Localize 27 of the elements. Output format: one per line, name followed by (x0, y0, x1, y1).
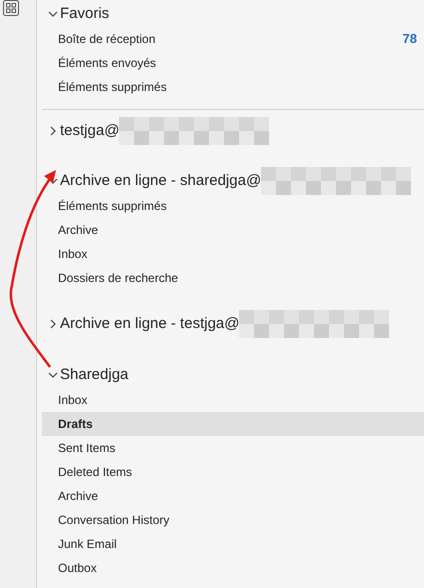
chevron-down-icon[interactable] (48, 176, 58, 186)
folder-item[interactable]: Junk Email (42, 532, 424, 556)
folder-item[interactable]: Inbox (42, 242, 424, 266)
apps-grid-icon[interactable] (3, 0, 19, 16)
folder-item[interactable]: Archive (42, 484, 424, 508)
folder-item[interactable]: Éléments supprimés (42, 75, 424, 99)
folder-item[interactable]: Éléments supprimés (42, 194, 424, 218)
folder-item[interactable]: Outbox (42, 556, 424, 580)
folder-group-title[interactable]: testjga@ (60, 120, 120, 142)
folder-item[interactable]: Inbox (42, 388, 424, 412)
chevron-right-icon[interactable] (48, 126, 58, 136)
folder-item[interactable]: Conversation History (42, 508, 424, 532)
folder-item[interactable]: Éléments envoyés (42, 51, 424, 75)
folder-item[interactable]: Drafts (42, 412, 424, 436)
folder-item[interactable]: Deleted Items (42, 460, 424, 484)
folder-item[interactable]: Boîte de réception 78 (42, 27, 424, 51)
folder-group-title[interactable]: Archive en ligne - testjga@ (60, 312, 240, 336)
folder-item[interactable]: Dossiers de recherche (42, 266, 424, 290)
chevron-down-icon[interactable] (48, 370, 58, 380)
chevron-right-icon[interactable] (48, 319, 58, 329)
folder-item[interactable]: Sent Items (42, 436, 424, 460)
folder-group-title[interactable]: Archive en ligne - sharedjga@ (60, 170, 262, 192)
unread-count: 78 (402, 30, 417, 48)
folder-group-title[interactable]: Favoris (60, 2, 110, 26)
chevron-down-icon[interactable] (48, 9, 58, 19)
folder-group-title[interactable]: Sharedjga (60, 364, 128, 386)
folder-item[interactable]: Archive (42, 218, 424, 242)
